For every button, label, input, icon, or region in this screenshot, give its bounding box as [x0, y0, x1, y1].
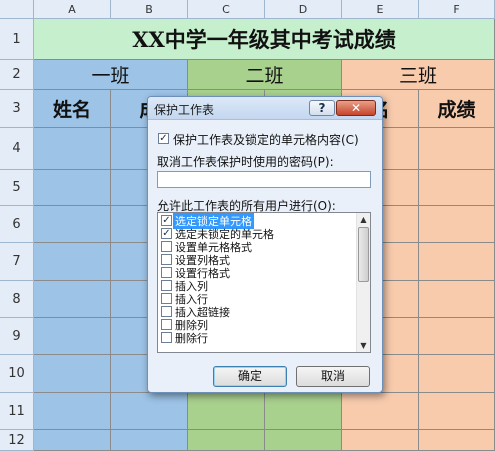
data-cell[interactable]: [342, 430, 419, 451]
cancel-button[interactable]: 取消: [296, 366, 370, 387]
row-header-4[interactable]: 4: [0, 128, 34, 170]
permission-checkbox[interactable]: ✓: [161, 215, 172, 226]
permissions-scrollbar[interactable]: ▲ ▼: [356, 213, 370, 352]
row-header-2[interactable]: 2: [0, 60, 34, 90]
header-cell-a3[interactable]: 姓名: [34, 90, 111, 128]
row-header-3[interactable]: 3: [0, 90, 34, 128]
password-label: 取消工作表保护时使用的密码(P):: [157, 155, 334, 169]
data-cell[interactable]: [265, 393, 342, 430]
protect-sheet-dialog: 保护工作表 ? ✕ ✓ 保护工作表及锁定的单元格内容(C) 取消工作表保护时使用…: [147, 96, 383, 393]
data-cell[interactable]: [34, 281, 111, 318]
data-cell[interactable]: [419, 281, 495, 318]
data-cell[interactable]: [34, 206, 111, 243]
data-cell[interactable]: [419, 393, 495, 430]
data-cell[interactable]: [419, 355, 495, 393]
data-cell[interactable]: [34, 243, 111, 281]
data-cell[interactable]: [111, 393, 188, 430]
column-header-e[interactable]: E: [342, 0, 419, 19]
class-cell-1[interactable]: 一班: [34, 60, 188, 90]
dialog-title: 保护工作表: [154, 103, 215, 117]
class-cell-2[interactable]: 二班: [188, 60, 342, 90]
permission-checkbox[interactable]: [161, 319, 172, 330]
row-header-9[interactable]: 9: [0, 318, 34, 355]
data-cell[interactable]: [34, 355, 111, 393]
row-header-11[interactable]: 11: [0, 393, 34, 430]
permission-checkbox[interactable]: [161, 254, 172, 265]
class-cell-3[interactable]: 三班: [342, 60, 495, 90]
scroll-up-arrow-icon[interactable]: ▲: [357, 213, 370, 226]
data-cell[interactable]: [419, 128, 495, 170]
data-cell[interactable]: [111, 430, 188, 451]
password-input[interactable]: [158, 176, 370, 191]
permission-checkbox[interactable]: [161, 241, 172, 252]
column-header-f[interactable]: F: [419, 0, 495, 19]
permission-checkbox[interactable]: [161, 306, 172, 317]
permission-label[interactable]: 删除行: [175, 330, 208, 346]
data-cell[interactable]: [342, 393, 419, 430]
close-button[interactable]: ✕: [336, 100, 376, 116]
column-header-c[interactable]: C: [188, 0, 265, 19]
row-header-12[interactable]: 12: [0, 430, 34, 451]
row-header-1[interactable]: 1: [0, 19, 34, 60]
permission-checkbox[interactable]: ✓: [161, 228, 172, 239]
permission-item[interactable]: 删除行: [159, 330, 355, 346]
data-cell[interactable]: [34, 393, 111, 430]
sheet-title-cell[interactable]: XX中学一年级其中考试成绩: [34, 19, 495, 60]
column-header-d[interactable]: D: [265, 0, 342, 19]
column-header-a[interactable]: A: [34, 0, 111, 19]
dialog-titlebar[interactable]: 保护工作表 ? ✕: [148, 97, 382, 120]
header-cell-f3[interactable]: 成绩: [419, 90, 495, 128]
permission-checkbox[interactable]: [161, 332, 172, 343]
protect-sheet-label[interactable]: 保护工作表及锁定的单元格内容(C): [173, 131, 359, 148]
protect-sheet-checkbox[interactable]: ✓: [158, 133, 169, 144]
permission-checkbox[interactable]: [161, 267, 172, 278]
data-cell[interactable]: [419, 243, 495, 281]
row-header-10[interactable]: 10: [0, 355, 34, 393]
data-cell[interactable]: [188, 430, 265, 451]
password-field-wrapper: [157, 171, 371, 191]
permissions-list[interactable]: ✓ 选定锁定单元格 ✓ 选定未锁定的单元格 设置单元格格式 设置列格式 设置行格式 插入列 插入…: [157, 212, 371, 353]
help-button[interactable]: ?: [309, 100, 335, 116]
data-cell[interactable]: [188, 393, 265, 430]
ok-button[interactable]: 确定: [213, 366, 287, 387]
data-cell[interactable]: [265, 430, 342, 451]
data-cell[interactable]: [34, 170, 111, 206]
scroll-thumb[interactable]: [358, 227, 369, 282]
permission-checkbox[interactable]: [161, 293, 172, 304]
scroll-down-arrow-icon[interactable]: ▼: [357, 339, 370, 352]
row-header-6[interactable]: 6: [0, 206, 34, 243]
column-header-b[interactable]: B: [111, 0, 188, 19]
row-header-5[interactable]: 5: [0, 170, 34, 206]
data-cell[interactable]: [419, 318, 495, 355]
row-header-7[interactable]: 7: [0, 243, 34, 281]
permission-checkbox[interactable]: [161, 280, 172, 291]
data-cell[interactable]: [34, 128, 111, 170]
data-cell[interactable]: [419, 170, 495, 206]
data-cell[interactable]: [419, 206, 495, 243]
data-cell[interactable]: [34, 318, 111, 355]
row-header-8[interactable]: 8: [0, 281, 34, 318]
data-cell[interactable]: [419, 430, 495, 451]
data-cell[interactable]: [34, 430, 111, 451]
select-all-corner[interactable]: [0, 0, 34, 19]
